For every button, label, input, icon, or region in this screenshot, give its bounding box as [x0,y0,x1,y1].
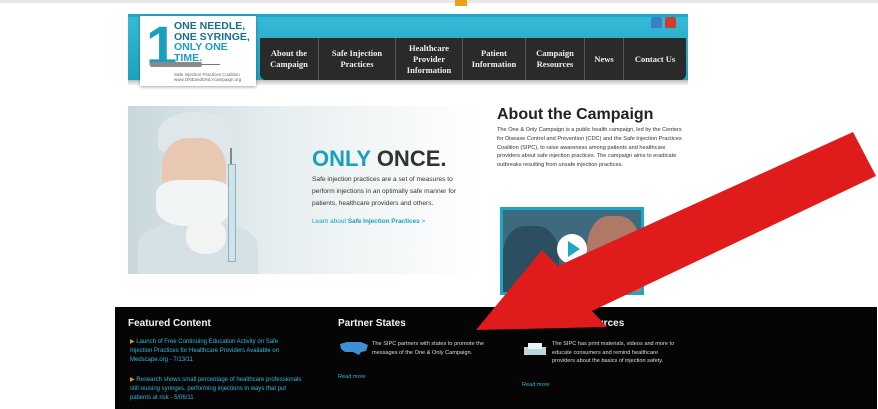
needle-illustration [230,148,232,164]
syringe-illustration [228,164,236,262]
social-links [651,17,676,28]
about-heading: About the Campaign [497,106,654,123]
nav-news[interactable]: News [585,38,624,80]
nav-healthcare-provider-information[interactable]: Healthcare Provider Information [396,38,463,80]
partner-states-text: The SIPC partners with states to promote… [372,341,484,356]
syringe-icon [150,62,220,67]
featured-item-1-text: Launch of Free Continuing Education Acti… [130,339,279,363]
hero-title-accent: ONLY [312,146,371,171]
nav-contact-us[interactable]: Contact Us [624,38,686,80]
logo-line-1: ONE NEEDLE, [174,20,246,32]
featured-item-2-text: Research shows small percentage of healt… [130,377,302,401]
nav-campaign-resources[interactable]: Campaign Resources [526,38,585,80]
about-description: The One & Only Campaign is a public heal… [497,127,682,169]
featured-item-2[interactable]: ▶ Research shows small percentage of hea… [130,376,302,406]
learn-safe-injection-link[interactable]: Learn about Safe Injection Practices > [312,218,425,225]
hero-banner[interactable]: ONLY ONCE. Safe injection practices are … [128,106,480,274]
main-nav: About the Campaign Safe Injection Practi… [260,38,686,80]
print-materials-icon [524,343,546,355]
hero-description: Safe injection practices are a set of me… [312,176,457,207]
campaign-resources-title: Campaign Resources [522,318,625,329]
campaign-resources-text: The SIPC has print materials, videos and… [552,341,675,365]
nav-patient-information[interactable]: Patient Information [463,38,526,80]
logo-tagline: ONE NEEDLE, ONE SYRINGE, ONLY ONE TIME. [174,21,256,63]
youtube-icon[interactable] [665,17,676,28]
partner-read-more-link[interactable]: Read more [338,374,366,380]
nav-about-campaign[interactable]: About the Campaign [260,38,319,80]
twitter-icon[interactable] [651,17,662,28]
hero-title-rest: ONCE. [370,146,447,171]
play-icon [567,241,580,257]
nav-safe-injection-practices[interactable]: Safe Injection Practices [319,38,396,80]
hero-link-prefix: Learn about [312,218,348,225]
surgical-mask-illustration [156,180,232,226]
logo-subtext: Safe Injection Practices Coalition www.O… [174,72,241,82]
resources-read-more-link[interactable]: Read more [522,382,550,388]
logo-line-3: ONLY ONE TIME. [174,41,228,64]
logo-url: www.ONEandONLYcampaign.org [174,77,242,82]
us-map-icon [340,342,368,355]
video-person-right [587,216,641,292]
top-accent-tab [455,0,467,6]
featured-content-title: Featured Content [128,318,211,329]
hero-link-suffix: > [419,218,426,225]
play-button[interactable] [557,234,587,264]
featured-item-1[interactable]: ▶ Launch of Free Continuing Education Ac… [130,338,302,365]
partner-states-title: Partner States [338,318,406,329]
top-border [0,0,878,3]
video-person-left [503,226,559,292]
hero-title: ONLY ONCE. [312,146,447,172]
hero-link-strong: Safe Injection Practices [347,218,420,225]
campaign-video[interactable] [500,207,644,295]
site-logo[interactable]: 1 ONE NEEDLE, ONE SYRINGE, ONLY ONE TIME… [140,16,256,86]
gloved-hand-illustration [186,218,226,254]
